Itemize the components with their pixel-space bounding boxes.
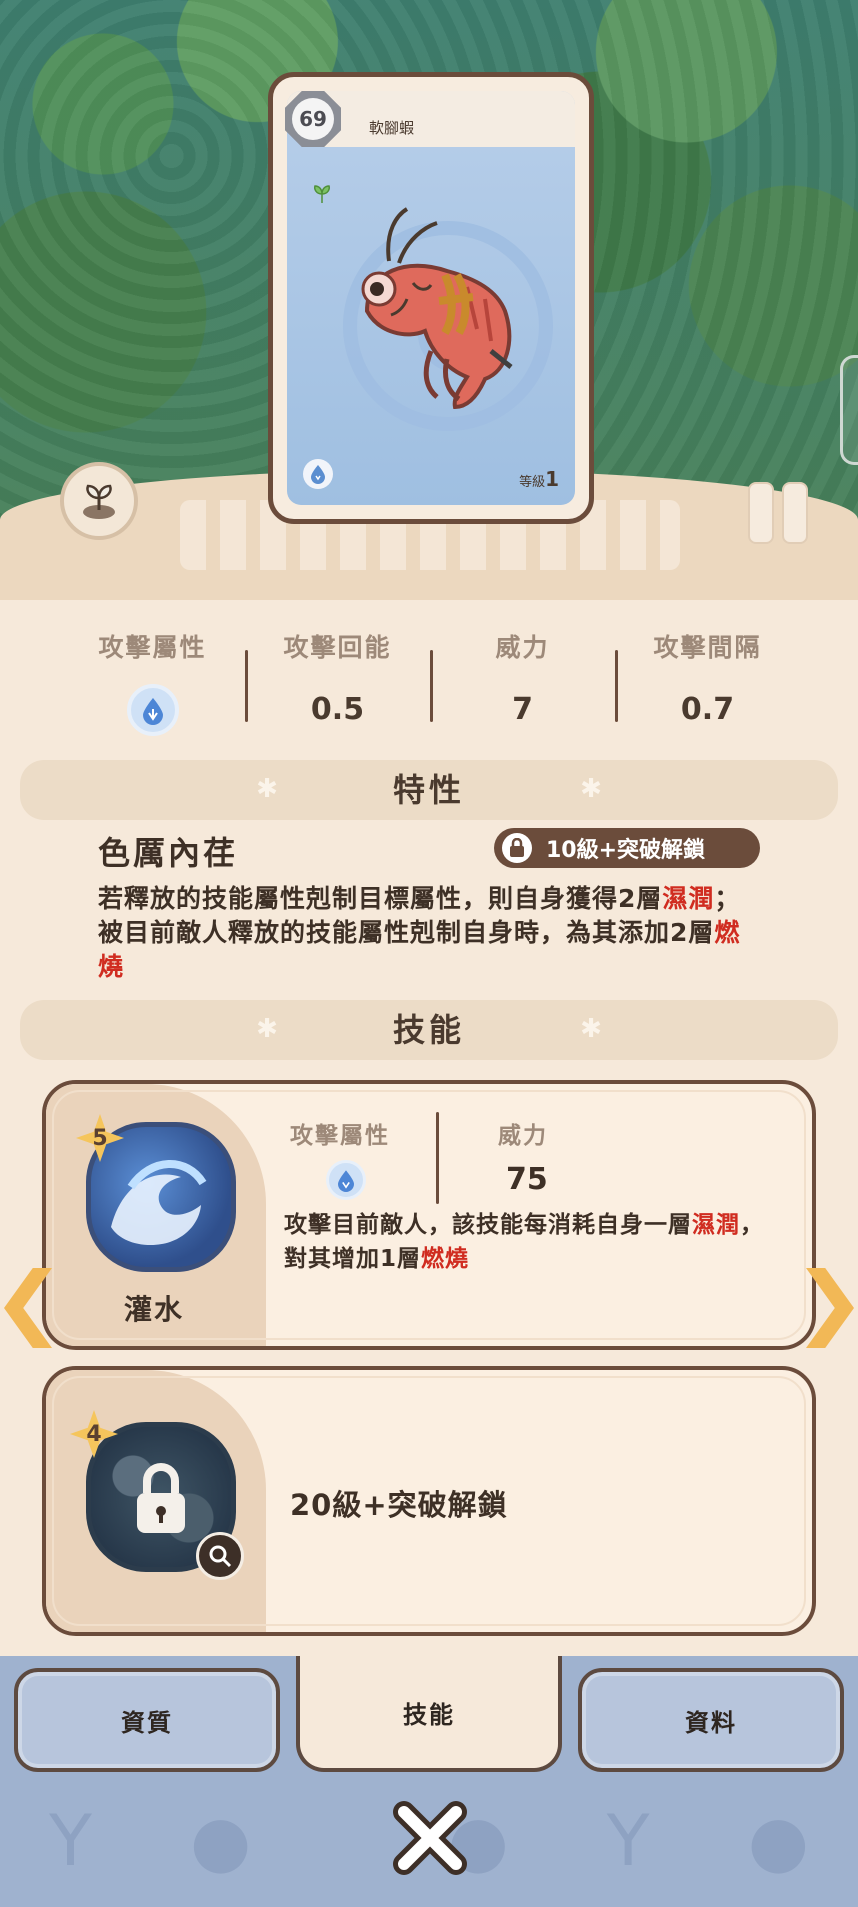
wave-skill-icon bbox=[86, 1122, 236, 1272]
stat-value: 0.5 bbox=[310, 692, 365, 727]
creature-name: 軟腳蝦 bbox=[369, 119, 415, 137]
sprout-icon bbox=[83, 484, 115, 519]
water-drop-icon bbox=[303, 459, 333, 489]
card-level: 等級1 bbox=[519, 467, 559, 491]
water-drop-icon[interactable] bbox=[326, 1160, 366, 1200]
skill-power-label: 威力 bbox=[498, 1123, 548, 1149]
close-icon bbox=[393, 1801, 467, 1875]
trait-description: 若釋放的技能屬性剋制目標屬性，則自身獲得2層濕潤；被目前敵人釋放的技能屬性剋制自… bbox=[98, 882, 758, 984]
level-label: 等級 bbox=[519, 475, 546, 490]
shrimp-creature-image bbox=[361, 207, 513, 410]
skill-power-value: 75 bbox=[506, 1162, 548, 1197]
desc-text: 攻擊目前敵人，該技能每消耗自身一層 bbox=[284, 1212, 692, 1238]
skill-locked-text: 20級+突破解鎖 bbox=[290, 1488, 508, 1522]
stat-attack-attr: 攻擊屬性 bbox=[60, 628, 245, 738]
level-value: 1 bbox=[545, 467, 559, 491]
stat-power: 威力 7 bbox=[430, 628, 615, 738]
stat-label: 攻擊屬性 bbox=[98, 633, 207, 662]
skill-description: 攻擊目前敵人，該技能每消耗自身一層濕潤，對其增加1層燃燒 bbox=[284, 1208, 784, 1276]
lock-icon bbox=[502, 833, 532, 863]
skill-attr-label: 攻擊屬性 bbox=[290, 1123, 390, 1149]
side-drawer-handle[interactable] bbox=[840, 355, 858, 465]
stat-label: 威力 bbox=[495, 633, 550, 662]
card-artwork-area: 軟腳蝦 等級1 bbox=[287, 91, 575, 505]
skill-card-1[interactable]: 5 灌水 攻擊屬性 威力 75 攻擊目前敵人，該技能每消耗自身一層濕潤，對其增加… bbox=[42, 1080, 816, 1350]
unlock-text: 10級+突破解鎖 bbox=[546, 838, 706, 863]
fence-post bbox=[748, 482, 774, 544]
skill-section-header: ✱ 技能 ✱ bbox=[20, 1000, 838, 1060]
status-keyword: 濕潤 bbox=[692, 1212, 740, 1238]
level-badge-value: 69 bbox=[292, 98, 334, 140]
fence-post bbox=[782, 482, 808, 544]
section-title: 技能 bbox=[392, 1011, 465, 1049]
trait-name: 色厲內荏 bbox=[98, 834, 239, 872]
stats-row: 攻擊屬性 攻擊回能 0.5 威力 7 攻擊間隔 0.7 bbox=[60, 628, 800, 738]
water-drop-icon[interactable] bbox=[126, 684, 179, 736]
tab-label: 資料 bbox=[685, 1708, 737, 1737]
paw-icon: ✱ bbox=[580, 1014, 602, 1044]
desc-text: 若釋放的技能屬性剋制目標屬性，則自身獲得2層 bbox=[98, 884, 663, 913]
stat-interval: 攻擊間隔 0.7 bbox=[615, 628, 800, 738]
paw-icon: ✱ bbox=[580, 774, 602, 804]
stat-label: 攻擊間隔 bbox=[653, 633, 762, 662]
stat-label: 攻擊回能 bbox=[283, 633, 392, 662]
status-keyword: 濕潤 bbox=[662, 884, 715, 913]
tab-skills[interactable]: 技能 bbox=[296, 1656, 562, 1772]
tab-label: 技能 bbox=[403, 1700, 455, 1729]
skill-name: 灌水 bbox=[124, 1293, 185, 1326]
creature-card[interactable]: 軟腳蝦 等級1 69 bbox=[268, 72, 594, 524]
paw-icon: ✱ bbox=[256, 1014, 278, 1044]
close-button[interactable] bbox=[388, 1796, 472, 1880]
sprout-icon bbox=[311, 183, 333, 210]
magnifier-icon[interactable] bbox=[196, 1532, 244, 1580]
divider bbox=[436, 1112, 439, 1204]
paw-icon: ✱ bbox=[256, 774, 278, 804]
stat-value: 0.7 bbox=[680, 692, 735, 727]
tab-label: 資質 bbox=[121, 1708, 173, 1737]
stat-value: 7 bbox=[512, 692, 533, 727]
tab-aptitude[interactable]: 資質 bbox=[14, 1668, 280, 1772]
tab-info[interactable]: 資料 bbox=[578, 1668, 844, 1772]
skill-card-2-locked[interactable]: 4 20級+突破解鎖 bbox=[42, 1366, 816, 1636]
section-title: 特性 bbox=[392, 771, 465, 809]
trait-section-header: ✱ 特性 ✱ bbox=[20, 760, 838, 820]
trait-unlock-badge: 10級+突破解鎖 bbox=[494, 828, 760, 868]
status-keyword: 燃燒 bbox=[421, 1246, 470, 1272]
type-badge-sprout[interactable] bbox=[60, 462, 138, 540]
stat-energy: 攻擊回能 0.5 bbox=[245, 628, 430, 738]
